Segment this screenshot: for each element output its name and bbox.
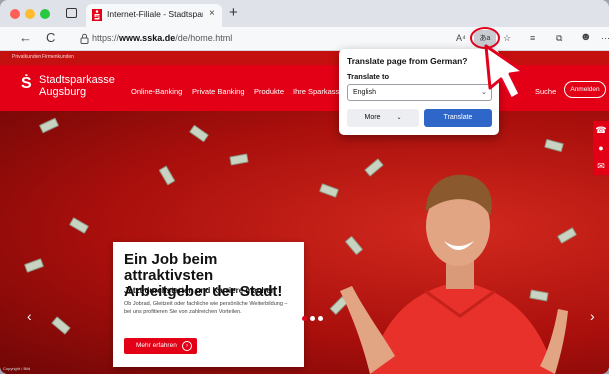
login-button[interactable]: Anmelden — [564, 81, 606, 98]
carousel-dots — [302, 308, 326, 326]
more-label: More — [364, 114, 381, 121]
hero-teaser-card: Ein Job beim attraktivsten Arbeitgeber d… — [113, 242, 304, 367]
hero-banner: Ein Job beim attraktivsten Arbeitgeber d… — [0, 111, 609, 374]
nav-private-banking[interactable]: Private Banking — [192, 87, 245, 96]
carousel-next-icon[interactable]: › — [590, 308, 595, 324]
arrow-right-circle-icon: › — [182, 341, 192, 351]
site-logo-text[interactable]: Stadtsparkasse Augsburg — [39, 74, 115, 98]
url-prefix: https:// — [92, 33, 120, 43]
logo-line-1: Stadtsparkasse — [39, 74, 115, 86]
collections-icon[interactable]: ⧉ — [556, 33, 562, 44]
carousel-dot[interactable] — [302, 316, 307, 321]
contact-side-tabs: ☎ ● ✉ — [593, 121, 609, 175]
banknote-image — [319, 183, 339, 198]
banknote-image — [38, 117, 60, 134]
banknote-image — [158, 165, 176, 186]
sparkasse-favicon-icon — [92, 9, 102, 21]
search-button[interactable]: Suche — [535, 87, 556, 96]
cta-label: Mehr erfahren — [136, 342, 177, 349]
back-button[interactable]: ← — [19, 30, 32, 45]
lock-icon[interactable] — [80, 33, 89, 44]
browser-window: Internet-Filiale - Stadtsparkasse × + ← … — [0, 0, 609, 374]
banknote-image — [68, 217, 90, 234]
close-window-button[interactable] — [10, 9, 20, 19]
active-tab[interactable]: Internet-Filiale - Stadtsparkasse × — [86, 4, 222, 27]
new-tab-button[interactable]: + — [229, 4, 238, 21]
reload-button[interactable]: C — [46, 30, 55, 45]
nav-online-banking[interactable]: Online-Banking — [131, 87, 182, 96]
hero-subheadline: Jetzt durchstarten und Karriere machen — [124, 286, 276, 295]
read-aloud-icon[interactable]: A⁴ — [456, 33, 466, 43]
translate-popup: Translate page from German? × Translate … — [339, 49, 499, 135]
phone-icon[interactable]: ☎ — [593, 121, 609, 139]
hero-body-text: Ob Jobrad, Gleitzeit oder fachliche wie … — [124, 301, 288, 315]
profile-icon[interactable]: ☻ — [580, 31, 592, 43]
carousel-dot[interactable] — [318, 316, 323, 321]
banknote-image — [189, 124, 209, 143]
sparkasse-logo-icon[interactable]: Ṡ — [21, 75, 32, 93]
mail-icon[interactable]: ✉ — [593, 157, 609, 175]
banknote-image — [229, 153, 249, 166]
banknote-image — [51, 316, 71, 335]
pointer-arrow-icon — [484, 44, 526, 101]
language-select[interactable]: English ⌄ — [347, 84, 492, 101]
more-menu-icon[interactable]: ⋯ — [601, 33, 609, 44]
translate-to-label: Translate to — [347, 72, 390, 81]
chevron-down-icon: ⌄ — [396, 115, 402, 121]
banknote-image — [24, 258, 44, 273]
translate-button[interactable]: Translate — [424, 109, 492, 127]
chat-icon[interactable]: ● — [593, 139, 609, 157]
tab-bar: Internet-Filiale - Stadtsparkasse × + — [0, 0, 609, 27]
tab-close-icon[interactable]: × — [209, 8, 215, 19]
maximize-window-button[interactable] — [40, 9, 50, 19]
image-credit: Copyright / Bild — [3, 366, 31, 371]
url-path: /de/home.html — [175, 33, 233, 43]
mehr-erfahren-button[interactable]: Mehr erfahren › — [124, 338, 197, 354]
nav-ihre-sparkasse[interactable]: Ihre Sparkasse — [293, 87, 343, 96]
carousel-prev-icon[interactable]: ‹ — [27, 308, 32, 324]
hero-person-image — [340, 174, 568, 374]
top-link-privatkunden[interactable]: Privatkunden — [12, 54, 41, 60]
favorites-list-icon[interactable]: ≡ — [530, 33, 535, 43]
carousel-dot[interactable] — [310, 316, 315, 321]
url-domain: www.sska.de — [119, 33, 176, 43]
nav-produkte[interactable]: Produkte — [254, 87, 284, 96]
more-options-button[interactable]: More ⌄ — [347, 109, 419, 127]
top-link-firmenkunden[interactable]: Firmenkunden — [42, 54, 74, 60]
tab-title: Internet-Filiale - Stadtsparkasse — [107, 9, 203, 19]
logo-line-2: Augsburg — [39, 86, 87, 98]
language-value: English — [353, 89, 376, 96]
tab-actions-icon[interactable] — [66, 8, 77, 18]
minimize-window-button[interactable] — [25, 9, 35, 19]
popup-title: Translate page from German? — [347, 56, 468, 66]
url-field[interactable]: https://www.sska.de/de/home.html — [92, 33, 232, 43]
